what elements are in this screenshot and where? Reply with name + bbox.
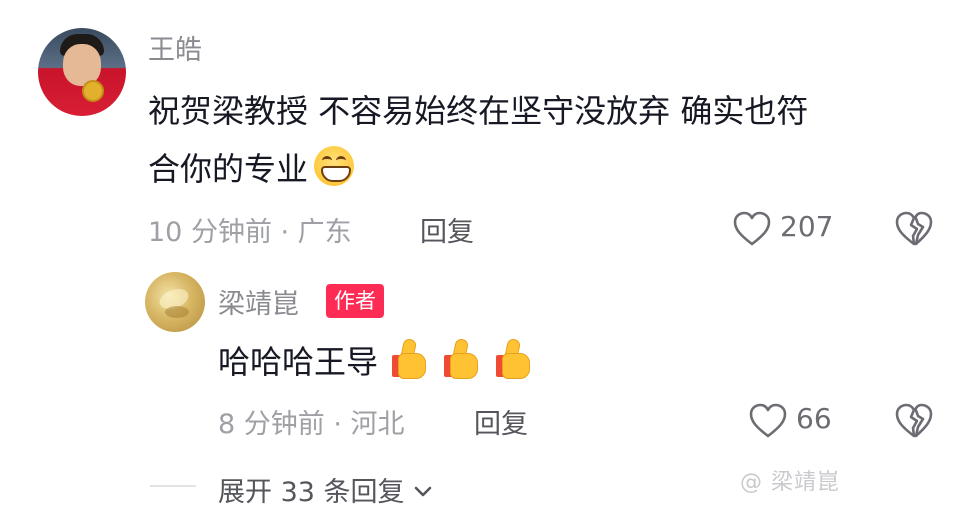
thumbs-up-icon (496, 337, 534, 379)
comment-reply-button[interactable]: 回复 (420, 210, 474, 249)
comment-text-line2-wrap: 合你的专业 (148, 140, 808, 198)
chevron-down-icon (414, 486, 432, 497)
grin-emoji-icon (314, 146, 355, 186)
medal-icon (82, 80, 104, 102)
reply-time-location: 8 分钟前 · 河北 (218, 409, 405, 440)
comment-time-location: 10 分钟前 · 广东 (148, 217, 352, 248)
reply-text-wrap: 哈哈哈王导 (218, 333, 534, 391)
broken-heart-icon[interactable] (894, 402, 934, 440)
comment-like-count: 207 (780, 210, 834, 243)
comment-username[interactable]: 王皓 (148, 28, 202, 67)
broken-heart-icon[interactable] (894, 210, 934, 248)
heart-icon[interactable] (748, 402, 788, 440)
reply-avatar[interactable] (145, 272, 205, 332)
comment-text: 祝贺梁教授 不容易始终在坚守没放弃 确实也符 合你的专业 (148, 82, 808, 198)
expand-replies-label: 展开 33 条回复 (218, 477, 405, 508)
comment-text-line1: 祝贺梁教授 不容易始终在坚守没放弃 确实也符 (148, 92, 809, 130)
reply-username[interactable]: 梁靖崑 (218, 282, 299, 321)
reply-reply-button[interactable]: 回复 (474, 402, 528, 441)
reply-like-count: 66 (796, 402, 832, 435)
thumbs-up-icon (444, 337, 482, 379)
heart-icon[interactable] (732, 210, 772, 248)
expand-divider (150, 485, 196, 487)
comment-text-line2: 合你的专业 (148, 150, 309, 188)
reply-text: 哈哈哈王导 (218, 343, 379, 381)
expand-replies-button[interactable]: 展开 33 条回复 (218, 470, 433, 509)
watermark: @ 梁靖崑 (740, 470, 840, 495)
avatar[interactable] (38, 28, 126, 116)
thumbs-up-icon (392, 337, 430, 379)
author-badge: 作者 (326, 284, 384, 318)
